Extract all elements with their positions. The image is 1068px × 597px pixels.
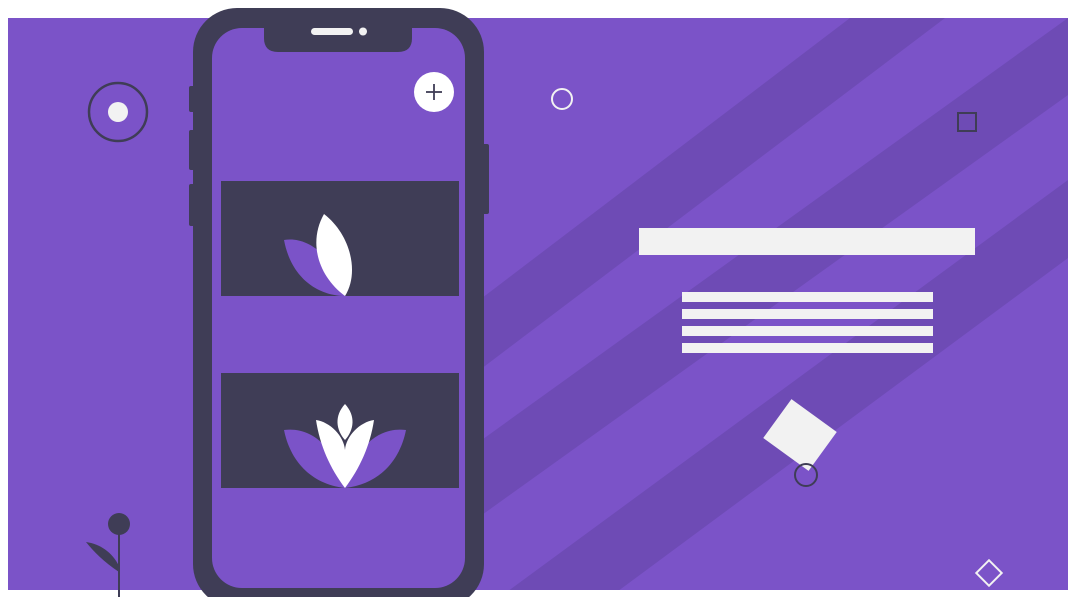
- card-lotus[interactable]: [221, 373, 459, 488]
- add-button[interactable]: [414, 72, 454, 112]
- text-line: [682, 309, 933, 319]
- text-line: [682, 292, 933, 302]
- card-leaf[interactable]: [221, 181, 459, 296]
- illustration-svg: [8, 8, 1068, 597]
- phone-speaker: [311, 28, 353, 35]
- phone-screen: [212, 28, 465, 588]
- text-line: [682, 326, 933, 336]
- phone: [189, 8, 489, 597]
- phone-camera: [359, 27, 367, 36]
- illustration-scene: [0, 0, 1068, 597]
- text-line: [682, 343, 933, 353]
- heading-bar: [639, 228, 975, 255]
